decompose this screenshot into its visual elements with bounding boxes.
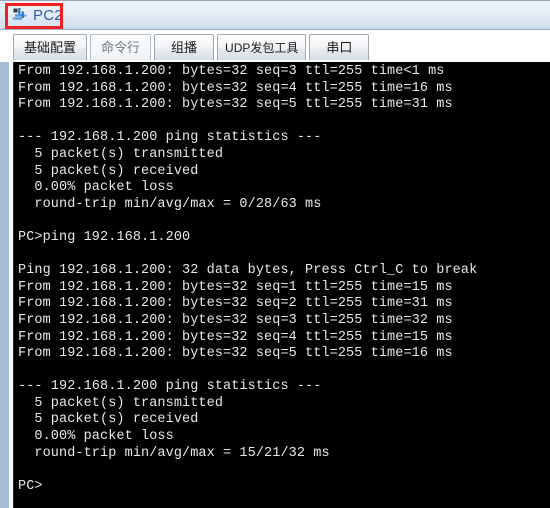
tab-udp-tool-label: UDP发包工具 [225, 40, 299, 55]
console-line: From 192.168.1.200: bytes=32 seq=4 ttl=2… [18, 329, 453, 345]
console-line: round-trip min/avg/max = 0/28/63 ms [18, 196, 322, 212]
console-line: --- 192.168.1.200 ping statistics --- [18, 130, 322, 146]
console-line: 5 packet(s) received [18, 412, 199, 428]
window-titlebar: PC2 [0, 0, 550, 30]
console-line: 0.00% packet loss [18, 429, 174, 445]
tab-basic-config[interactable]: 基础配置 [13, 34, 88, 60]
tab-strip: 基础配置 命令行 组播 UDP发包工具 串口 [0, 31, 550, 62]
window-title-group: PC2 [8, 4, 69, 28]
tab-serial-port[interactable]: 串口 [309, 34, 370, 60]
console-line: 5 packet(s) transmitted [18, 146, 224, 162]
window-title-label: PC2 [33, 7, 63, 24]
console-line: Ping 192.168.1.200: 32 data bytes, Press… [18, 263, 478, 279]
console-line: From 192.168.1.200: bytes=32 seq=3 ttl=2… [18, 64, 445, 79]
console-line: PC>ping 192.168.1.200 [18, 229, 191, 245]
console-line: 0.00% packet loss [18, 180, 174, 196]
tab-multicast-label: 组播 [171, 39, 198, 55]
console-line: From 192.168.1.200: bytes=32 seq=5 ttl=2… [18, 97, 453, 113]
console-left-edge [0, 62, 9, 508]
tab-udp-tool[interactable]: UDP发包工具 [217, 34, 307, 60]
console-line: 5 packet(s) transmitted [18, 395, 224, 411]
console-text: From 192.168.1.200: bytes=32 seq=3 ttl=2… [14, 64, 550, 495]
console-line: From 192.168.1.200: bytes=32 seq=4 ttl=2… [18, 80, 453, 96]
tab-command-line-label: 命令行 [101, 39, 141, 55]
network-device-icon [11, 7, 29, 25]
console-output-area[interactable]: From 192.168.1.200: bytes=32 seq=3 ttl=2… [14, 62, 550, 508]
tab-serial-port-label: 串口 [326, 39, 353, 55]
console-panel: From 192.168.1.200: bytes=32 seq=3 ttl=2… [0, 62, 550, 508]
console-line: round-trip min/avg/max = 15/21/32 ms [18, 445, 330, 461]
tab-multicast[interactable]: 组播 [154, 34, 215, 60]
pc2-device-window: PC2 基础配置 命令行 组播 UDP发包工具 串口 From 192.168.… [0, 0, 550, 508]
console-line: From 192.168.1.200: bytes=32 seq=3 ttl=2… [18, 312, 453, 328]
console-line: From 192.168.1.200: bytes=32 seq=1 ttl=2… [18, 279, 453, 295]
console-line: From 192.168.1.200: bytes=32 seq=5 ttl=2… [18, 346, 453, 362]
console-line: PC> [18, 478, 43, 494]
tab-command-line[interactable]: 命令行 [90, 34, 152, 60]
console-line: --- 192.168.1.200 ping statistics --- [18, 379, 322, 395]
tab-list: 基础配置 命令行 组播 UDP发包工具 串口 [13, 34, 370, 60]
console-line: From 192.168.1.200: bytes=32 seq=2 ttl=2… [18, 296, 453, 312]
console-line: 5 packet(s) received [18, 163, 199, 179]
tab-basic-config-label: 基础配置 [24, 39, 77, 55]
